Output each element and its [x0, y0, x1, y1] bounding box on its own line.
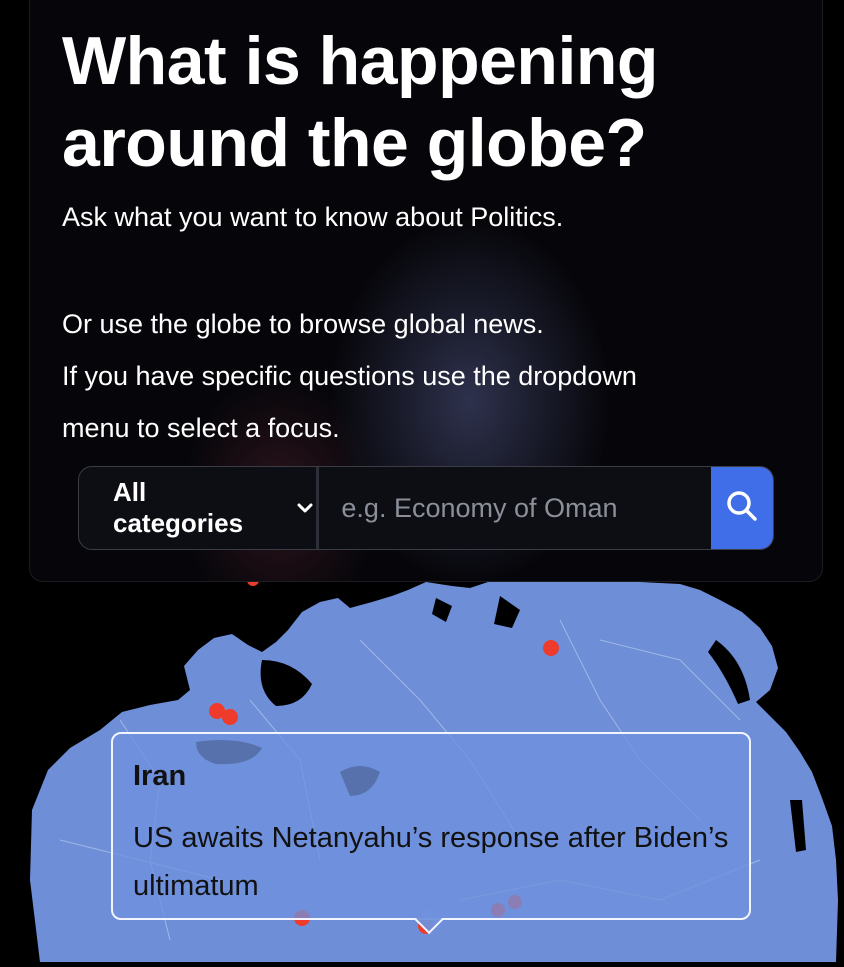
chevron-down-icon: [294, 497, 316, 519]
news-marker-icon[interactable]: [543, 640, 559, 656]
news-marker-icon[interactable]: [222, 709, 238, 725]
search-button[interactable]: [711, 467, 773, 549]
title-line: What is happening: [62, 23, 658, 99]
search-bar: All categories: [78, 466, 774, 550]
news-tooltip[interactable]: Iran US awaits Netanyahu’s response afte…: [111, 732, 751, 920]
search-icon: [724, 488, 760, 529]
search-input[interactable]: [319, 467, 712, 549]
page-description: Or use the globe to browse global news. …: [62, 298, 782, 454]
category-dropdown-label: All categories: [113, 477, 244, 538]
page-title: What is happening around the globe?: [62, 20, 782, 184]
description-line: Or use the globe to browse global news.: [62, 309, 544, 339]
description-line: If you have specific questions use the d…: [62, 361, 637, 391]
page-subtitle: Ask what you want to know about Politics…: [62, 202, 564, 232]
tooltip-headline[interactable]: US awaits Netanyahu’s response after Bid…: [133, 814, 733, 910]
title-line: around the globe?: [62, 105, 647, 181]
category-dropdown[interactable]: All categories: [79, 467, 320, 549]
tooltip-country: Iran: [133, 760, 187, 792]
description-line: menu to select a focus.: [62, 413, 340, 443]
